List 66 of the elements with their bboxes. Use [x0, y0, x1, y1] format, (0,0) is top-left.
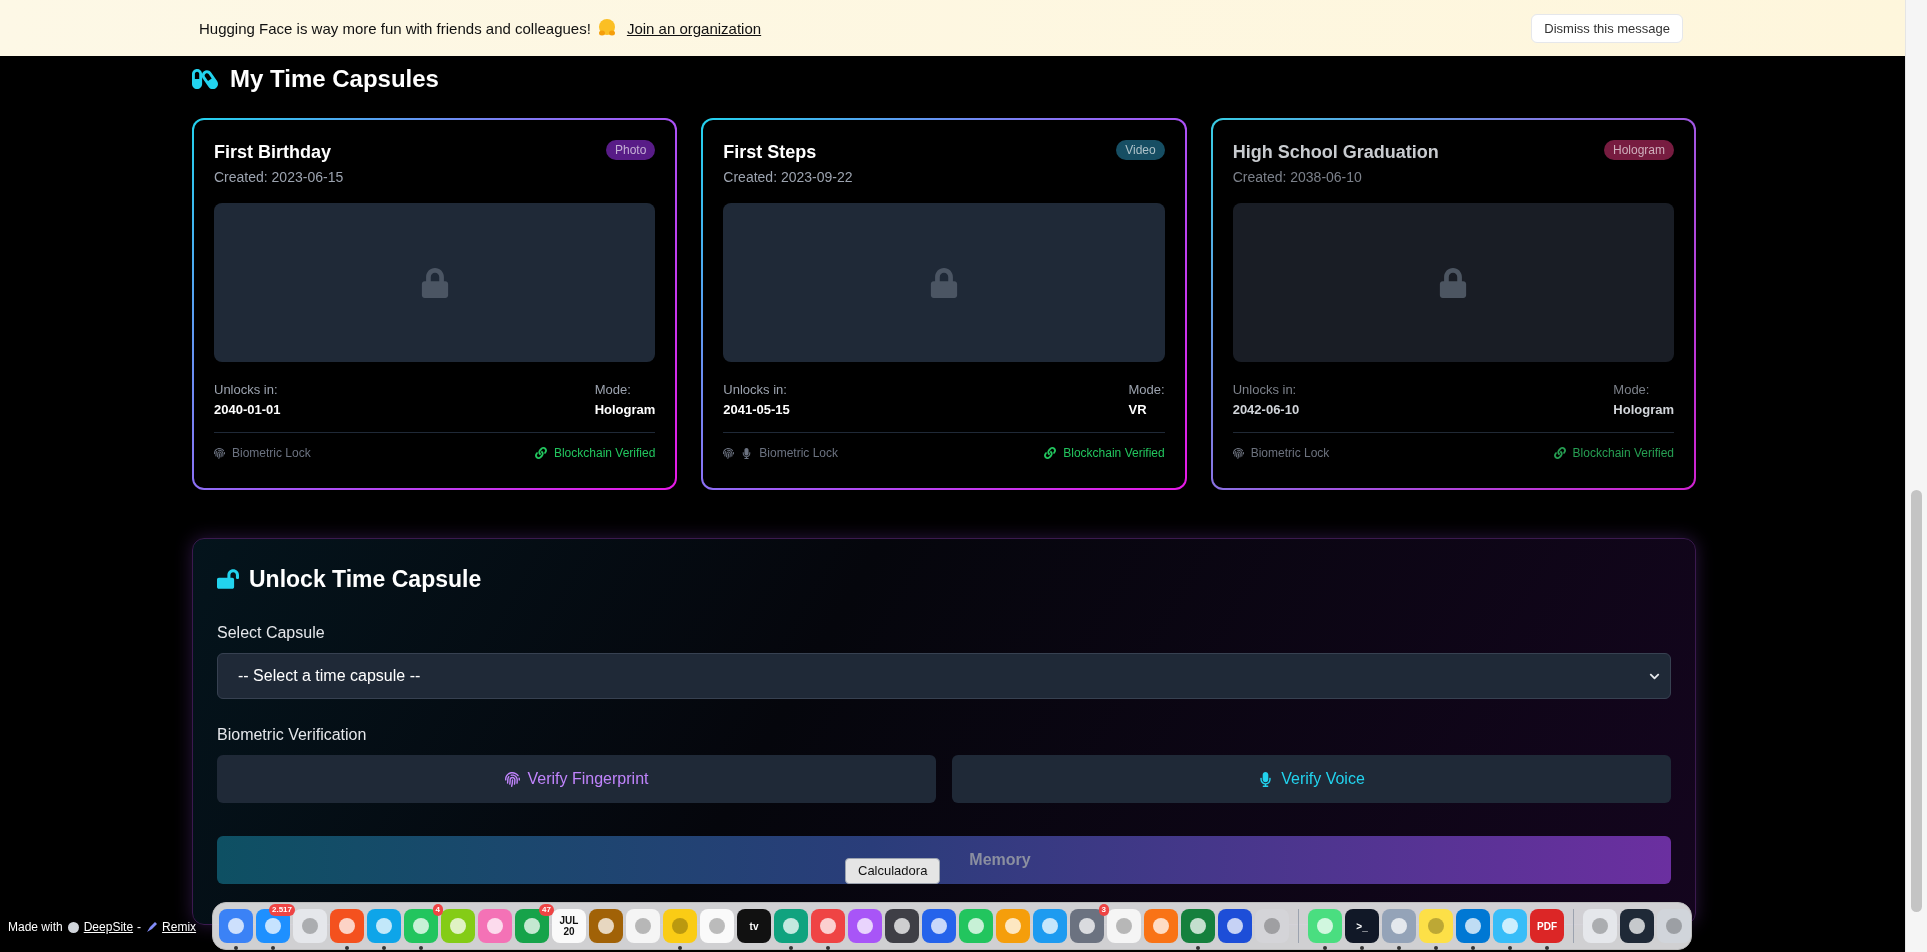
created-date: Created: 2023-09-22: [723, 168, 853, 187]
tooltip: Calculadora: [845, 858, 941, 884]
notification-badge: 47: [539, 904, 554, 916]
lock-label: Biometric Lock: [232, 446, 311, 460]
verified-label: Blockchain Verified: [553, 446, 656, 460]
created-date: Created: 2038-06-10: [1232, 168, 1363, 187]
link-icon: [1044, 447, 1057, 459]
info-label: Mode:: [1128, 381, 1165, 399]
info-label: Unlocks in:: [723, 381, 788, 399]
lock-icon: [929, 267, 959, 298]
panel-title: Unlock Time Capsule: [249, 565, 482, 594]
app-icon[interactable]: tv: [737, 909, 771, 943]
made-with-text: Made with: [8, 920, 63, 934]
type-badge: Photo: [605, 140, 656, 160]
notification-badge: 4: [432, 904, 443, 916]
banner-message: Hugging Face is way more fun with friends and colleagues!: [199, 19, 591, 37]
logo-icon: [66, 920, 80, 934]
info-label: Mode:: [1613, 381, 1651, 399]
separator-text: -: [137, 920, 142, 934]
scrollbar[interactable]: [1905, 0, 1927, 952]
unlock-date: 2040-01-01: [214, 401, 281, 419]
capsule-select[interactable]: -- Select a time capsule --: [217, 653, 1671, 699]
field-label: Select Capsule: [217, 623, 326, 643]
app-icon[interactable]: [885, 909, 919, 943]
info-label: Unlocks in:: [214, 381, 279, 399]
field-label: Biometric Verification: [217, 725, 368, 745]
unlock-icon: [217, 568, 239, 590]
link-icon: [1553, 447, 1566, 459]
mode-value: Hologram: [1613, 401, 1674, 419]
verified-label: Blockchain Verified: [1572, 446, 1674, 460]
lock-icon: [1438, 267, 1469, 298]
join-link[interactable]: Join an organization: [626, 19, 762, 37]
unlock-date: 2042-06-10: [1232, 401, 1300, 419]
verify-fingerprint-button[interactable]: Verify Fingerprint: [217, 755, 936, 803]
fingerprint-icon: [504, 771, 520, 787]
deepsite-link[interactable]: DeepSite: [83, 920, 134, 934]
app-icon[interactable]: PDF: [1530, 909, 1564, 943]
remix-link[interactable]: Remix: [162, 920, 197, 934]
type-badge: Hologram: [1603, 140, 1674, 160]
capsule-title: First Birthday: [214, 141, 333, 164]
notification-badge: 3: [1098, 904, 1109, 916]
unlock-date: 2041-05-15: [723, 401, 790, 419]
emoji-icon: [596, 18, 617, 38]
capsule-title: High School Graduation: [1232, 141, 1439, 164]
app-icon[interactable]: [1620, 909, 1654, 943]
dismiss-button[interactable]: Dismiss this message: [1531, 13, 1683, 43]
microphone-icon: [1258, 771, 1274, 787]
app-icon[interactable]: >_: [1345, 909, 1379, 943]
notification-badge: 2.517: [268, 904, 295, 916]
lock-icon: [419, 267, 450, 298]
info-label: Mode:: [594, 381, 632, 399]
capsules-icon: [192, 66, 218, 92]
app-icon[interactable]: JUL 20: [552, 909, 586, 943]
lock-label: Biometric Lock: [1250, 446, 1330, 460]
verify-voice-button[interactable]: Verify Voice: [952, 755, 1671, 803]
type-badge: Video: [1116, 140, 1165, 160]
mode-value: VR: [1128, 401, 1148, 419]
verified-label: Blockchain Verified: [1063, 446, 1165, 460]
info-label: Unlocks in:: [1232, 381, 1298, 399]
created-date: Created: 2023-06-15: [214, 168, 344, 187]
link-icon: [534, 447, 547, 459]
app-icon[interactable]: [1218, 909, 1252, 943]
section-heading: My Time Capsules: [230, 65, 439, 93]
mode-value: Hologram: [594, 401, 656, 419]
lock-label: Biometric Lock: [759, 446, 839, 460]
capsule-title: First Steps: [723, 141, 818, 164]
